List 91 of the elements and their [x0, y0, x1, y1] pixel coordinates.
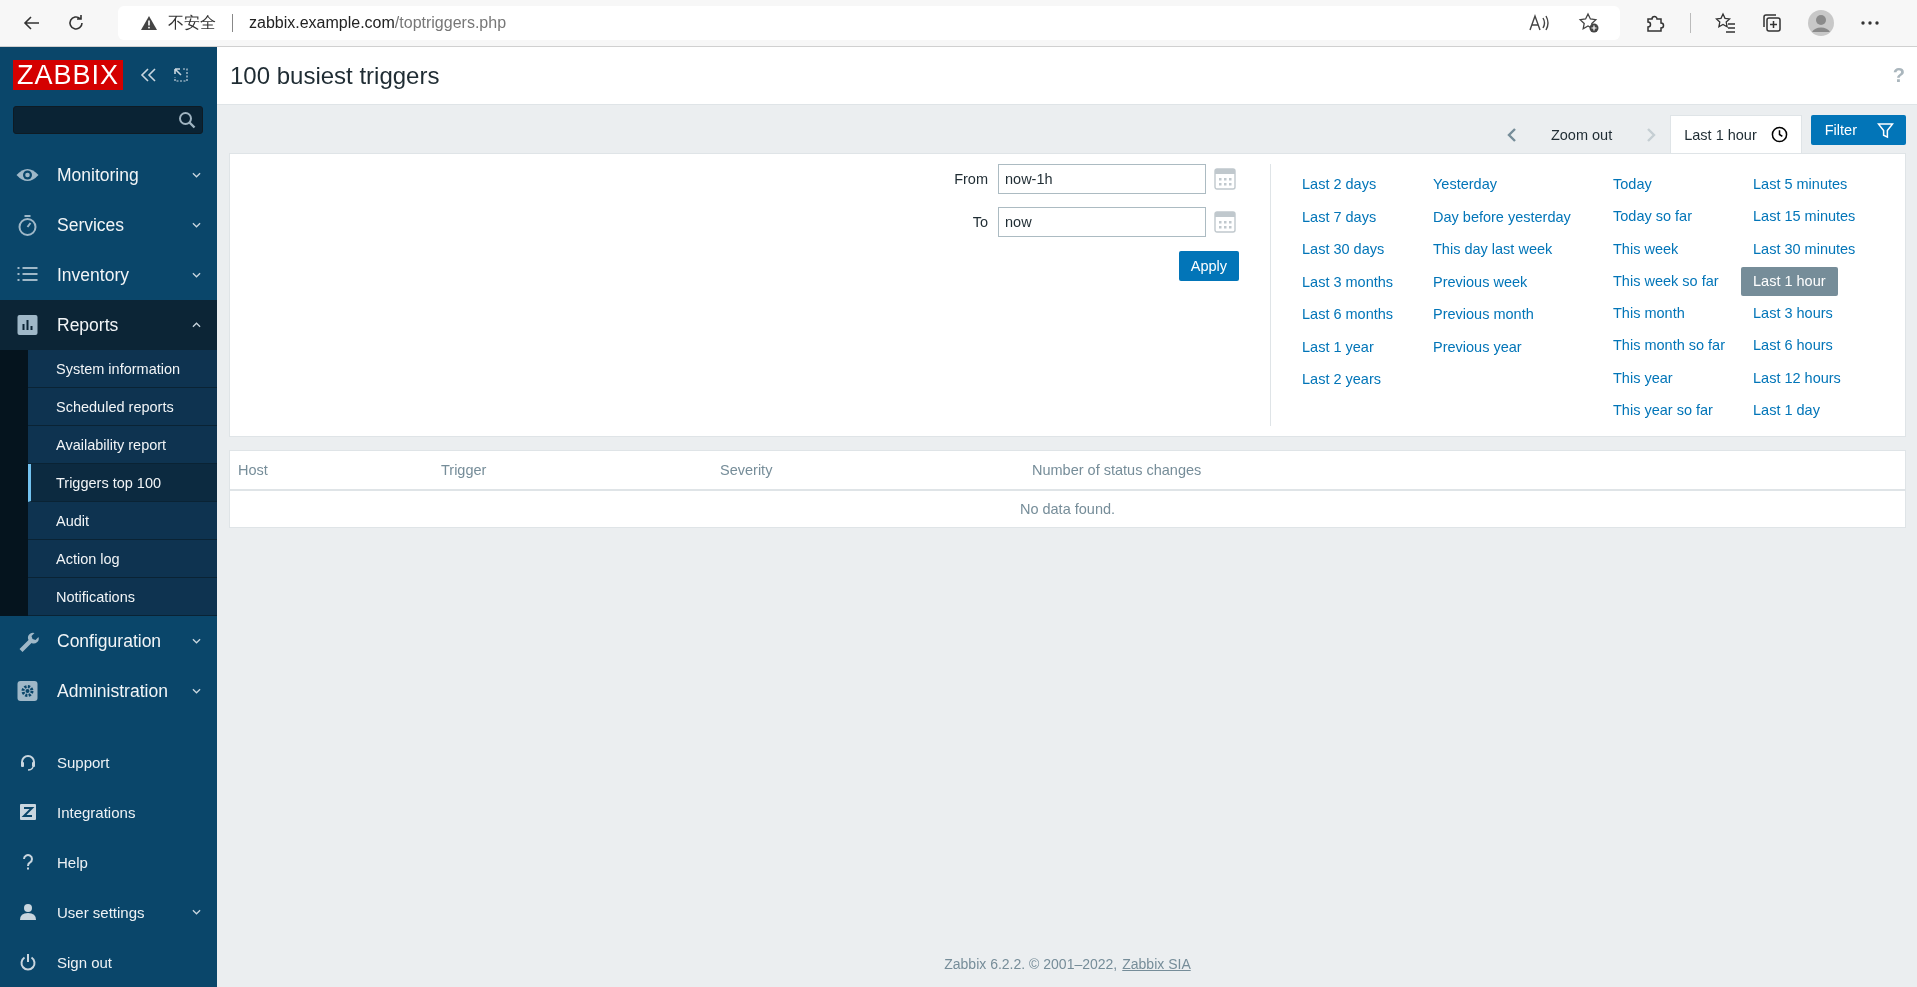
star-add-icon[interactable] [1578, 12, 1600, 34]
read-aloud-icon[interactable] [1528, 13, 1550, 33]
menu-item[interactable]: Configuration [0, 616, 217, 666]
collections-icon[interactable] [1761, 12, 1783, 34]
time-range-link[interactable]: Yesterday [1433, 168, 1497, 201]
submenu-item[interactable]: Audit [28, 502, 217, 540]
collapse-icon[interactable] [139, 66, 158, 83]
reload-icon[interactable] [66, 13, 86, 33]
time-range-link[interactable]: This year [1613, 361, 1673, 394]
time-range-link[interactable]: Last 3 months [1302, 265, 1394, 298]
address-bar[interactable]: 不安全 zabbix.example.com/toptriggers.php [118, 6, 1620, 40]
submenu-item[interactable]: Availability report [28, 426, 217, 464]
avatar-icon[interactable] [1807, 9, 1835, 37]
time-range-link[interactable]: This week so far [1613, 264, 1719, 297]
empty-message: No data found. [1019, 501, 1116, 517]
from-label: From [954, 171, 988, 187]
to-label: To [972, 214, 988, 230]
menu-item[interactable]: User settings [0, 887, 217, 937]
time-range-link[interactable]: Last 2 days [1302, 168, 1377, 201]
logo[interactable]: ZABBIX [13, 59, 124, 90]
footer-link[interactable]: Zabbix SIA [1122, 956, 1191, 972]
menu-item[interactable]: Support [0, 737, 217, 787]
column-header[interactable]: Host [238, 462, 268, 478]
security-label: 不安全 [168, 12, 216, 33]
footer-text: Zabbix 6.2.2. © 2001–2022, [944, 956, 1118, 972]
time-range-link[interactable]: This week [1613, 232, 1679, 265]
filter-tab[interactable]: Filter [1810, 115, 1906, 145]
url-text: zabbix.example.com/toptriggers.php [249, 14, 507, 32]
column-header[interactable]: Severity [720, 462, 773, 478]
menu-item[interactable]: Reports [0, 300, 217, 350]
z-icon [19, 803, 37, 821]
time-range-link[interactable]: Today so far [1613, 200, 1692, 233]
time-range-link[interactable]: Last 7 days [1302, 200, 1377, 233]
chevron-icon [192, 172, 201, 178]
clock-icon [1770, 126, 1788, 143]
chevron-icon [192, 272, 201, 278]
time-range-link[interactable]: Previous year [1433, 330, 1522, 363]
time-range-link[interactable]: Last 1 day [1753, 393, 1820, 427]
favorites-icon[interactable] [1715, 12, 1737, 34]
time-range-link[interactable]: Last 5 minutes [1753, 168, 1848, 201]
submenu-item[interactable]: Notifications [28, 578, 217, 616]
search-icon [178, 110, 196, 129]
person-icon [19, 903, 37, 921]
time-range-link[interactable]: Last 12 hours [1753, 361, 1841, 394]
time-range-link[interactable]: This day last week [1433, 233, 1553, 266]
time-range-link[interactable]: Today [1613, 168, 1652, 201]
time-range-link[interactable]: Last 1 hour [1741, 266, 1838, 296]
time-range-link[interactable]: Last 30 days [1302, 233, 1385, 266]
zoom-out-button[interactable]: Zoom out [1550, 127, 1613, 143]
power-icon [19, 953, 37, 971]
time-range-link[interactable]: This month so far [1613, 329, 1725, 362]
kiosk-mode-icon[interactable] [173, 66, 190, 83]
time-range-link[interactable]: Last 6 hours [1753, 329, 1833, 362]
time-range-link[interactable]: Previous week [1433, 265, 1528, 298]
menu-item[interactable]: Sign out [0, 937, 217, 987]
menu-item[interactable]: Services [0, 200, 217, 250]
column-header[interactable]: Trigger [441, 462, 487, 478]
menu-item[interactable]: Administration [0, 666, 217, 716]
menu-item[interactable]: Help [0, 837, 217, 887]
time-range-link[interactable]: This month [1613, 297, 1685, 330]
menu-item[interactable]: Monitoring [0, 150, 217, 200]
to-field[interactable]: now [998, 207, 1206, 237]
time-range-link[interactable]: Last 3 hours [1753, 297, 1833, 330]
headset-icon [19, 753, 37, 771]
time-range-link[interactable]: Last 1 year [1302, 330, 1374, 363]
menu-item[interactable]: Integrations [0, 787, 217, 837]
previous-icon[interactable] [1506, 127, 1517, 143]
submenu-item[interactable]: System information [28, 350, 217, 388]
chevron-icon [192, 322, 201, 328]
time-range-link[interactable]: Previous month [1433, 298, 1534, 331]
chevron-icon [192, 688, 201, 694]
time-range-link[interactable]: This year so far [1613, 393, 1713, 426]
menu-item[interactable]: Inventory [0, 250, 217, 300]
column-header[interactable]: Number of status changes [1032, 462, 1202, 478]
time-range-link[interactable]: Last 30 minutes [1753, 232, 1856, 265]
filter-icon [1877, 121, 1894, 139]
time-range-link[interactable]: Last 6 months [1302, 298, 1394, 331]
chevron-icon [192, 222, 201, 228]
submenu-item[interactable]: Action log [28, 540, 217, 578]
page-title: 100 busiest triggers [230, 61, 441, 90]
time-range-link[interactable]: Day before yesterday [1433, 200, 1571, 233]
from-field[interactable]: now-1h [998, 164, 1206, 194]
apply-button[interactable]: Apply [1178, 251, 1239, 281]
time-range-link[interactable]: Last 2 years [1302, 363, 1381, 396]
search-field[interactable] [13, 105, 203, 134]
submenu-item[interactable]: Triggers top 100 [28, 464, 217, 502]
warning-icon [140, 15, 158, 31]
time-range-link[interactable]: Last 15 minutes [1753, 200, 1856, 233]
time-tab[interactable]: Last 1 hour [1670, 115, 1802, 153]
chevron-icon [192, 638, 201, 644]
submenu-item[interactable]: Scheduled reports [28, 388, 217, 426]
